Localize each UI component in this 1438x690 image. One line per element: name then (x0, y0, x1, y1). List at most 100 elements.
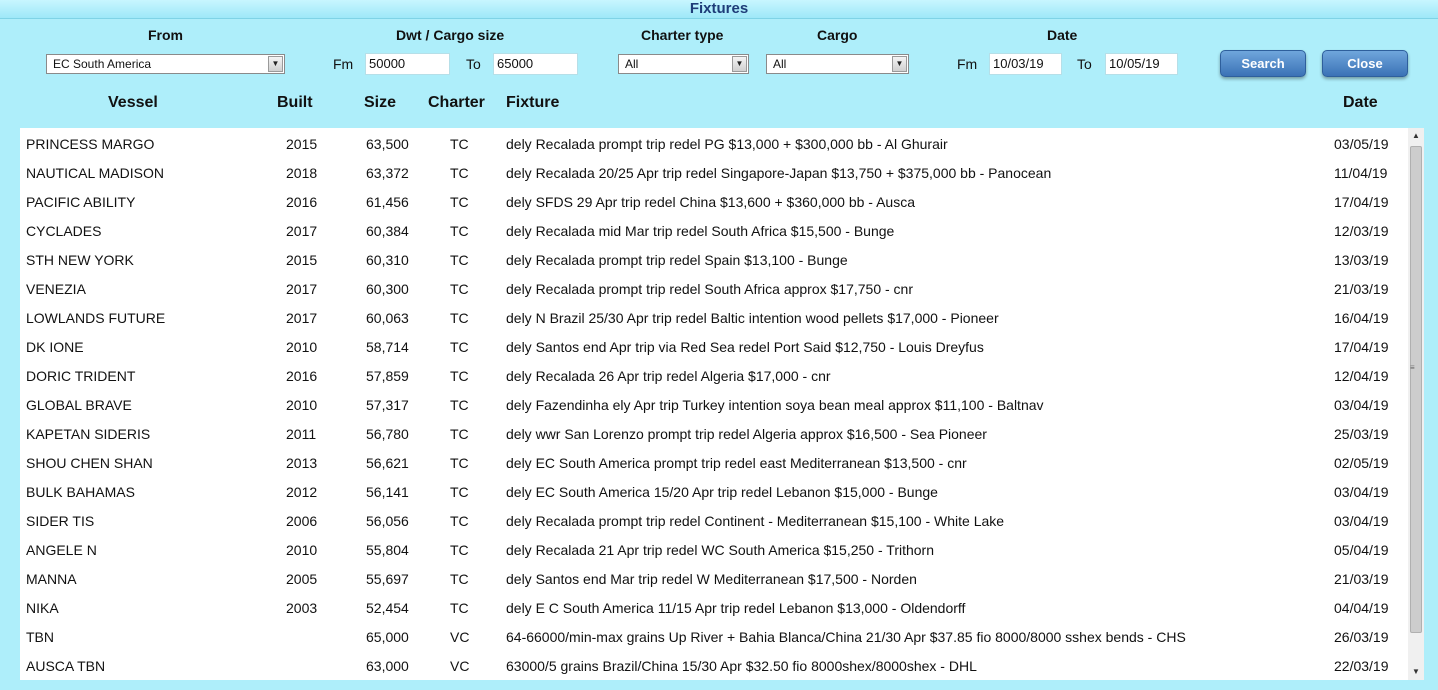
cell-charter: TC (450, 455, 469, 471)
chevron-down-icon[interactable]: ▼ (732, 56, 747, 72)
cell-size: 56,780 (366, 426, 409, 442)
table-row[interactable]: MANNA 2005 55,697 TC dely Santos end Mar tri… (20, 563, 1408, 592)
cell-date: 03/05/19 (1334, 136, 1389, 152)
table-row[interactable]: AUSCA TBN 63,000 VC 63000/5 grains Brazil/C… (20, 650, 1408, 679)
cell-built: 2012 (286, 484, 318, 500)
cell-size: 56,141 (366, 484, 409, 500)
cell-built: 2011 (286, 426, 317, 442)
cell-date: 25/03/19 (1334, 426, 1389, 442)
search-button[interactable]: Search (1220, 50, 1306, 77)
cell-built: 2010 (286, 339, 318, 355)
cell-date: 11/04/19 (1334, 165, 1388, 181)
scroll-down-icon[interactable]: ▼ (1408, 664, 1424, 680)
cell-fixture: dely SFDS 29 Apr trip redel China $13,60… (506, 194, 915, 210)
cell-size: 55,804 (366, 542, 409, 558)
date-label: Date (1047, 27, 1078, 43)
cell-date: 26/03/19 (1334, 629, 1389, 645)
cell-built: 2017 (286, 223, 318, 239)
cell-charter: VC (450, 658, 470, 674)
cell-vessel: GLOBAL BRAVE (26, 397, 132, 413)
cell-fixture: 64-66000/min-max grains Up River + Bahia… (506, 629, 1186, 645)
table-row[interactable]: NAUTICAL MADISON 2018 63,372 TC dely Recalad… (20, 157, 1408, 186)
cell-vessel: SHOU CHEN SHAN (26, 455, 153, 471)
cell-vessel: STH NEW YORK (26, 252, 134, 268)
cell-fixture: dely Recalada prompt trip redel Spain $1… (506, 252, 848, 268)
table-row[interactable]: GLOBAL BRAVE 2010 57,317 TC dely Fazendinha … (20, 389, 1408, 418)
cell-fixture: dely N Brazil 25/30 Apr trip redel Balti… (506, 310, 999, 326)
table-row[interactable]: PRINCESS MARGO 2015 63,500 TC dely Recalada … (20, 128, 1408, 157)
header-fixture[interactable]: Fixture (506, 94, 559, 112)
dwt-to-input[interactable]: 65000 (493, 53, 578, 75)
cell-size: 60,384 (366, 223, 409, 239)
table-row[interactable]: BULK BAHAMAS 2012 56,141 TC dely EC South Am… (20, 476, 1408, 505)
from-select[interactable]: EC South America ▼ (46, 54, 285, 74)
cell-date: 12/04/19 (1334, 368, 1389, 384)
cell-built: 2010 (286, 397, 318, 413)
cell-charter: TC (450, 426, 469, 442)
date-to-input[interactable]: 10/05/19 (1105, 53, 1178, 75)
table-row[interactable]: VENEZIA 2017 60,300 TC dely Recalada prompt … (20, 273, 1408, 302)
cell-vessel: NIKA (26, 600, 59, 616)
table-row[interactable]: KAPETAN SIDERIS 2011 56,780 TC dely wwr San … (20, 418, 1408, 447)
cell-date: 12/03/19 (1334, 223, 1389, 239)
chevron-down-icon[interactable]: ▼ (892, 56, 907, 72)
table-row[interactable]: STH NEW YORK 2015 60,310 TC dely Recalada pr… (20, 244, 1408, 273)
header-date[interactable]: Date (1343, 94, 1378, 112)
cell-built: 2016 (286, 368, 318, 384)
vertical-scrollbar[interactable]: ▲ ≡ ▼ (1408, 128, 1424, 680)
table-row[interactable]: SIDER TIS 2006 56,056 TC dely Recalada promp… (20, 505, 1408, 534)
date-from-input[interactable]: 10/03/19 (989, 53, 1062, 75)
scroll-up-icon[interactable]: ▲ (1408, 128, 1424, 144)
scroll-thumb[interactable] (1410, 146, 1422, 633)
cell-size: 56,056 (366, 513, 409, 529)
table-row[interactable]: DORIC TRIDENT 2016 57,859 TC dely Recalada 2… (20, 360, 1408, 389)
chevron-down-icon[interactable]: ▼ (268, 56, 283, 72)
header-built[interactable]: Built (277, 94, 313, 112)
cell-vessel: KAPETAN SIDERIS (26, 426, 151, 442)
cell-vessel: PRINCESS MARGO (26, 136, 155, 152)
cell-date: 04/04/19 (1334, 600, 1389, 616)
cell-size: 56,621 (366, 455, 409, 471)
cell-size: 63,500 (366, 136, 409, 152)
dwt-fm-label: Fm (333, 56, 354, 72)
header-charter[interactable]: Charter (428, 94, 485, 112)
cell-size: 58,714 (366, 339, 409, 355)
dwt-from-input[interactable]: 50000 (365, 53, 450, 75)
cargo-select[interactable]: All ▼ (766, 54, 909, 74)
cell-charter: TC (450, 600, 469, 616)
cell-size: 60,300 (366, 281, 409, 297)
cell-date: 03/04/19 (1334, 484, 1389, 500)
charter-type-label: Charter type (641, 27, 724, 43)
header-vessel[interactable]: Vessel (108, 94, 158, 112)
cell-fixture: dely Recalada 20/25 Apr trip redel Singa… (506, 165, 1052, 181)
table-row[interactable]: LOWLANDS FUTURE 2017 60,063 TC dely N Brazil… (20, 302, 1408, 331)
table-row[interactable]: TBN 65,000 VC 64-66000/min-max grains Up Ri… (20, 621, 1408, 650)
table-row[interactable]: CYCLADES 2017 60,384 TC dely Recalada mid Ma… (20, 215, 1408, 244)
table-row[interactable]: SHOU CHEN SHAN 2013 56,621 TC dely EC South … (20, 447, 1408, 476)
cell-vessel: ANGELE N (26, 542, 97, 558)
cell-size: 55,697 (366, 571, 409, 587)
cell-charter: TC (450, 571, 469, 587)
cell-fixture: dely wwr San Lorenzo prompt trip redel A… (506, 426, 987, 442)
cell-fixture: dely Recalada prompt trip redel PG $13,0… (506, 136, 948, 152)
close-button[interactable]: Close (1322, 50, 1408, 77)
cell-fixture: dely EC South America 15/20 Apr trip red… (506, 484, 938, 500)
cell-date: 16/04/19 (1334, 310, 1389, 326)
table-row[interactable]: ANGELE N 2010 55,804 TC dely Recalada 21 Apr… (20, 534, 1408, 563)
cell-size: 57,317 (366, 397, 409, 413)
charter-type-select[interactable]: All ▼ (618, 54, 749, 74)
cell-vessel: DORIC TRIDENT (26, 368, 136, 384)
cell-charter: TC (450, 310, 469, 326)
cell-built: 2010 (286, 542, 318, 558)
cell-fixture: dely Fazendinha ely Apr trip Turkey inte… (506, 397, 1044, 413)
table-row[interactable]: DK IONE 2010 58,714 TC dely Santos end Apr t… (20, 331, 1408, 360)
cell-charter: TC (450, 339, 469, 355)
window-title: Fixtures (0, 0, 1438, 19)
cell-charter: TC (450, 223, 469, 239)
table-row[interactable]: PACIFIC ABILITY 2016 61,456 TC dely SFDS 29 … (20, 186, 1408, 215)
cell-date: 17/04/19 (1334, 194, 1389, 210)
cargo-label: Cargo (817, 27, 858, 43)
header-size[interactable]: Size (364, 94, 396, 112)
cell-date: 03/04/19 (1334, 397, 1389, 413)
table-row[interactable]: NIKA 2003 52,454 TC dely E C South America 1… (20, 592, 1408, 621)
